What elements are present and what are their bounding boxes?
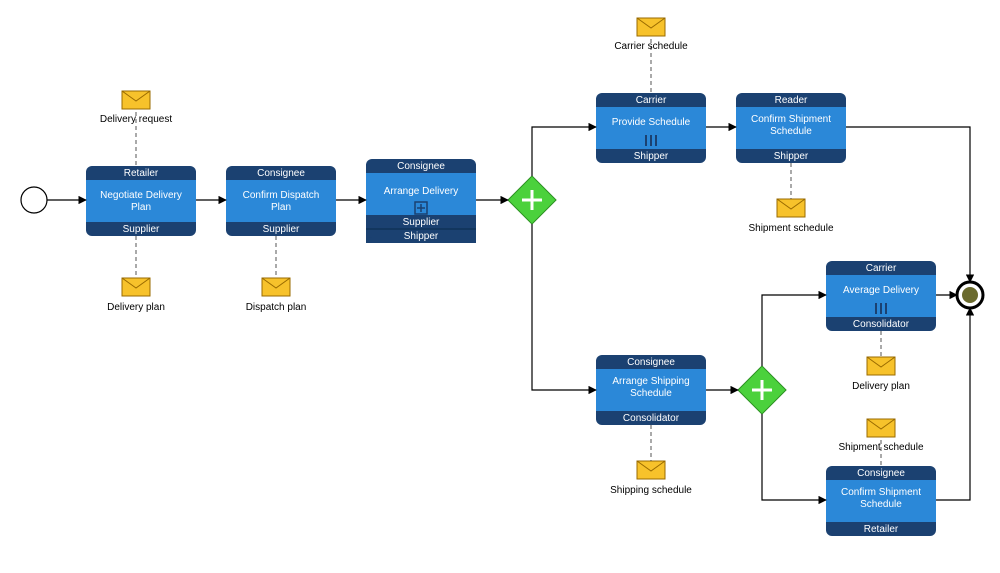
msg-shipment-schedule: Shipment schedule <box>748 223 833 234</box>
task-arrange-delivery[interactable]: Consignee Arrange Delivery Supplier Ship… <box>366 159 476 243</box>
task-title1: Confirm Shipment <box>751 114 831 125</box>
msg-delivery-request: Delivery request <box>100 114 172 125</box>
task-negotiate-delivery-plan[interactable]: Retailer Negotiate Delivery Plan Supplie… <box>86 166 196 236</box>
task-title2: Plan <box>131 202 151 213</box>
msg-carrier-schedule: Carrier schedule <box>614 41 688 52</box>
task-title2: Schedule <box>770 126 812 137</box>
envelope-icon <box>122 278 150 296</box>
msg-shipment-schedule-2: Shipment schedule <box>838 442 923 453</box>
task-footer: Consolidator <box>623 413 680 424</box>
envelope-icon <box>122 91 150 109</box>
task-role: Carrier <box>636 95 667 106</box>
task-provide-schedule[interactable]: Carrier Provide Schedule Shipper <box>596 93 706 163</box>
task-title1: Negotiate Delivery <box>100 190 182 201</box>
task-arrange-shipping-schedule[interactable]: Consignee Arrange Shipping Schedule Cons… <box>596 355 706 425</box>
task-confirm-shipment-schedule-bottom[interactable]: Consignee Confirm Shipment Schedule Reta… <box>826 466 936 536</box>
task-role: Consignee <box>857 468 905 479</box>
envelope-icon <box>777 199 805 217</box>
start-event <box>21 187 47 213</box>
msg-delivery-plan-2: Delivery plan <box>852 381 910 392</box>
task-confirm-shipment-schedule-top[interactable]: Reader Confirm Shipment Schedule Shipper <box>736 93 846 163</box>
envelope-icon <box>637 461 665 479</box>
task-footer2: Shipper <box>404 231 439 242</box>
task-role: Consignee <box>257 168 305 179</box>
task-title1: Confirm Shipment <box>841 487 921 498</box>
task-title2: Schedule <box>630 388 672 399</box>
msg-delivery-plan: Delivery plan <box>107 302 165 313</box>
msg-shipping-schedule: Shipping schedule <box>610 485 692 496</box>
task-footer: Shipper <box>634 151 669 162</box>
task-title2: Schedule <box>860 499 902 510</box>
end-event <box>957 282 983 308</box>
task-footer: Supplier <box>263 224 300 235</box>
task-title1: Provide Schedule <box>612 117 691 128</box>
gateway-1 <box>508 176 556 224</box>
task-title2: Plan <box>271 202 291 213</box>
task-average-delivery[interactable]: Carrier Average Delivery Consolidator <box>826 261 936 331</box>
envelope-icon <box>262 278 290 296</box>
task-title1: Confirm Dispatch <box>243 190 320 201</box>
task-title1: Arrange Shipping <box>612 376 689 387</box>
task-title1: Average Delivery <box>843 285 919 296</box>
task-footer: Supplier <box>123 224 160 235</box>
envelope-icon <box>867 419 895 437</box>
envelope-icon <box>867 357 895 375</box>
task-role: Reader <box>775 95 808 106</box>
task-footer: Consolidator <box>853 319 910 330</box>
task-role: Carrier <box>866 263 897 274</box>
task-confirm-dispatch-plan[interactable]: Consignee Confirm Dispatch Plan Supplier <box>226 166 336 236</box>
task-role: Consignee <box>397 161 445 172</box>
gateway-2 <box>738 366 786 414</box>
task-footer: Retailer <box>864 524 899 535</box>
task-role: Retailer <box>124 168 159 179</box>
task-role: Consignee <box>627 357 675 368</box>
msg-dispatch-plan: Dispatch plan <box>246 302 307 313</box>
task-footer1: Supplier <box>403 217 440 228</box>
envelope-icon <box>637 18 665 36</box>
task-title1: Arrange Delivery <box>384 186 458 197</box>
task-footer: Shipper <box>774 151 809 162</box>
